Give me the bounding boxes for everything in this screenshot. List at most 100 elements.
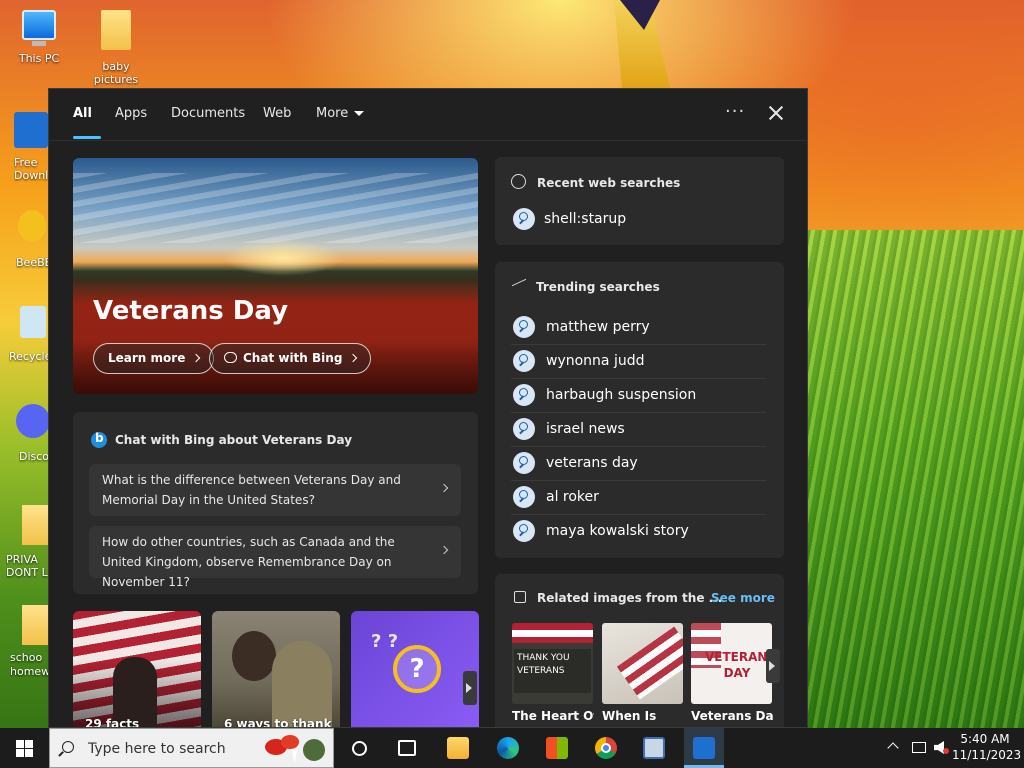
clock-time: 5:40 AM — [960, 732, 1010, 746]
chat-with-bing-button[interactable]: Chat with Bing — [209, 343, 372, 374]
trending-search-item[interactable]: israel news — [511, 413, 766, 447]
tab-web[interactable]: Web — [263, 106, 291, 121]
search-icon — [513, 208, 535, 230]
chevron-right-icon — [192, 353, 201, 363]
desktop-icon-label: schoo homew — [10, 651, 48, 678]
trending-search-item[interactable]: wynonna judd — [511, 345, 766, 379]
task-view-icon[interactable] — [398, 740, 416, 756]
tab-apps[interactable]: Apps — [115, 106, 147, 121]
taskbar: 5:40 AM 11/11/2023 — [0, 728, 1024, 768]
search-icon — [513, 384, 535, 406]
learn-more-label: Learn more — [108, 351, 186, 365]
search-icon — [513, 418, 535, 440]
bing-question-1[interactable]: What is the difference between Veterans … — [89, 464, 461, 516]
folder-icon — [22, 505, 48, 545]
search-icon — [513, 350, 535, 372]
freedownload-icon[interactable] — [693, 737, 715, 759]
trending-search-item[interactable]: veterans day — [511, 447, 766, 481]
folder-icon — [101, 10, 131, 50]
search-panel: All Apps Documents Web More ··· Veterans… — [48, 88, 808, 728]
chat-with-bing-label: Chat with Bing — [243, 351, 343, 365]
trending-search-text: al roker — [546, 489, 599, 505]
hero-image-clouds — [73, 173, 478, 243]
desktop-icon-label: baby pictures — [93, 60, 139, 86]
network-icon[interactable] — [912, 742, 926, 753]
related-image-label[interactable]: Veterans Day — [691, 709, 773, 723]
chalkboard-text: THANK YOU VETERANS — [514, 649, 591, 693]
cortana-icon[interactable] — [352, 741, 367, 756]
trending-search-item[interactable]: harbaugh suspension — [511, 379, 766, 413]
carousel-next-arrow-icon[interactable] — [463, 671, 477, 705]
trending-search-item[interactable]: al roker — [511, 481, 766, 515]
wallpaper-grass — [808, 230, 1024, 728]
taskbar-clock[interactable]: 5:40 AM 11/11/2023 — [952, 731, 1022, 763]
magnifier-question-icon: ? — [393, 645, 441, 693]
related-images-next-arrow-icon[interactable] — [766, 649, 780, 683]
trending-searches-card: Trending searches matthew perry wynonna … — [495, 262, 784, 558]
thumbnail-card-facts[interactable]: 29 facts — [73, 611, 201, 728]
trending-search-text: israel news — [546, 421, 625, 437]
related-images-heading: Related images from the ... — [537, 591, 723, 605]
trending-search-text: wynonna judd — [546, 353, 645, 369]
trending-icon — [512, 278, 526, 296]
trending-search-text: maya kowalski story — [546, 523, 689, 539]
ellipsis-icon[interactable]: ··· — [725, 101, 745, 122]
thumbnail-card-quiz[interactable]: ? ? ? — [351, 611, 479, 727]
taskbar-search-input[interactable] — [88, 738, 258, 760]
flag-stripes — [512, 623, 593, 643]
hero-card[interactable]: Veterans Day Learn more Chat with Bing — [73, 158, 478, 394]
desktop-icon-label: Disco — [19, 450, 49, 463]
trending-searches-heading: Trending searches — [536, 280, 660, 294]
folder-icon — [22, 605, 48, 645]
clock-date: 11/11/2023 — [952, 748, 1022, 762]
chevron-up-icon[interactable] — [887, 742, 899, 754]
image-icon — [514, 591, 526, 603]
chat-bubble-icon — [224, 352, 237, 363]
veterans-day-text: VETERANS DAY — [705, 650, 772, 680]
thumbnail-card-thank[interactable]: 6 ways to thank — [212, 611, 340, 728]
app-icon[interactable] — [643, 737, 665, 759]
desktop-icon-baby-pictures[interactable]: baby pictures — [79, 10, 153, 86]
learn-more-button[interactable]: Learn more — [93, 343, 215, 374]
related-image-label[interactable]: When Is — [602, 709, 684, 723]
store-icon[interactable] — [546, 737, 568, 759]
thumbnail-label: 29 facts — [85, 717, 140, 728]
computer-icon — [22, 10, 56, 46]
chrome-icon[interactable] — [595, 737, 617, 759]
desktop-icon-label: Recycle — [9, 350, 49, 363]
bing-question-text: How do other countries, such as Canada a… — [102, 535, 395, 589]
windows-start-icon[interactable] — [16, 740, 33, 757]
file-explorer-icon[interactable] — [447, 737, 469, 759]
edge-icon[interactable] — [497, 737, 519, 759]
search-icon — [513, 520, 535, 542]
taskbar-search-box[interactable] — [49, 728, 334, 768]
recent-search-item[interactable]: shell:starup — [511, 203, 766, 237]
tab-more[interactable]: More — [316, 106, 365, 121]
bing-question-text: What is the difference between Veterans … — [102, 473, 401, 507]
search-icon — [513, 486, 535, 508]
bing-question-2[interactable]: How do other countries, such as Canada a… — [89, 526, 461, 589]
trending-search-item[interactable]: maya kowalski story — [511, 515, 766, 549]
search-icon — [62, 741, 74, 753]
discord-icon — [16, 404, 50, 438]
trending-search-text: harbaugh suspension — [546, 387, 697, 403]
related-image-2[interactable] — [602, 623, 683, 704]
desktop-icon-this-pc[interactable]: This PC — [2, 10, 76, 65]
thumbnail-label: 6 ways to thank — [224, 717, 332, 728]
recent-searches-heading: Recent web searches — [537, 176, 681, 190]
bing-chat-heading: Chat with Bing about Veterans Day — [115, 433, 353, 447]
tab-all[interactable]: All — [73, 106, 92, 121]
desktop-icon-label: BeeBE — [16, 256, 48, 269]
see-more-link[interactable]: See more — [711, 591, 775, 605]
close-icon[interactable] — [765, 102, 787, 124]
person-photo — [232, 631, 276, 681]
hero-title: Veterans Day — [93, 296, 289, 326]
trending-search-item[interactable]: matthew perry — [511, 311, 766, 345]
tab-documents[interactable]: Documents — [171, 106, 245, 121]
mute-badge-icon — [943, 748, 949, 754]
related-image-label[interactable]: The Heart Of — [512, 709, 594, 723]
tab-more-label: More — [316, 106, 349, 121]
wallpaper-sunbeam — [614, 0, 670, 88]
related-image-1[interactable]: THANK YOU VETERANS — [512, 623, 593, 704]
related-image-3[interactable]: VETERANS DAY — [691, 623, 772, 704]
